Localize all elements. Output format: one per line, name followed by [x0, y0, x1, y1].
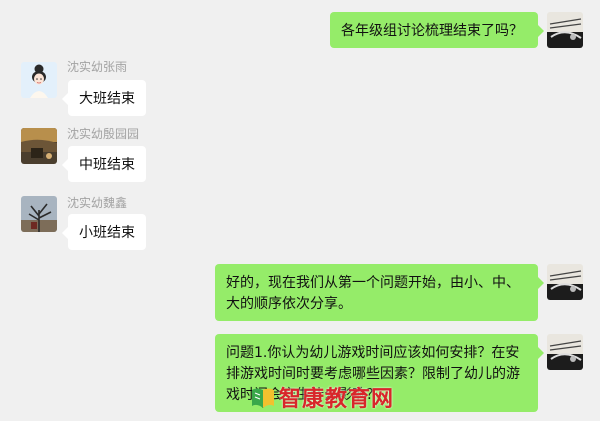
- sender-name: 沈实幼魏鑫: [67, 196, 128, 210]
- message-bubble-incoming[interactable]: 小班结束: [62, 214, 146, 250]
- watermark-text: 智康教育网: [279, 387, 395, 412]
- self-avatar-icon: [547, 264, 583, 300]
- girl-avatar[interactable]: [21, 62, 57, 98]
- self-avatar-icon: [547, 12, 583, 48]
- tree-avatar-icon: [21, 196, 57, 232]
- book-logo-icon: [252, 388, 274, 408]
- self-avatar-icon: [547, 334, 583, 370]
- self-avatar[interactable]: [547, 12, 583, 48]
- tree-avatar[interactable]: [21, 196, 57, 232]
- landscape-avatar[interactable]: [21, 128, 57, 164]
- landscape-avatar-icon: [21, 128, 57, 164]
- sender-name: 沈实幼张雨: [67, 60, 128, 74]
- message-bubble-incoming[interactable]: 中班结束: [62, 146, 146, 182]
- message-bubble-outgoing[interactable]: 各年级组讨论梳理结束了吗？: [330, 12, 544, 48]
- sender-name: 沈实幼殷园园: [67, 127, 140, 141]
- self-avatar[interactable]: [547, 334, 583, 370]
- self-avatar[interactable]: [547, 264, 583, 300]
- girl-avatar-icon: [21, 62, 57, 98]
- chat-window: 各年级组讨论梳理结束了吗？ 沈实幼张雨 大班结束 沈实幼殷园园 中班结束 沈实幼…: [0, 0, 600, 421]
- message-bubble-incoming[interactable]: 大班结束: [62, 80, 146, 116]
- message-bubble-outgoing[interactable]: 好的，现在我们从第一个问题开始，由小、中、大的顺序依次分享。: [215, 264, 544, 321]
- watermark: 智康教育网: [250, 381, 394, 413]
